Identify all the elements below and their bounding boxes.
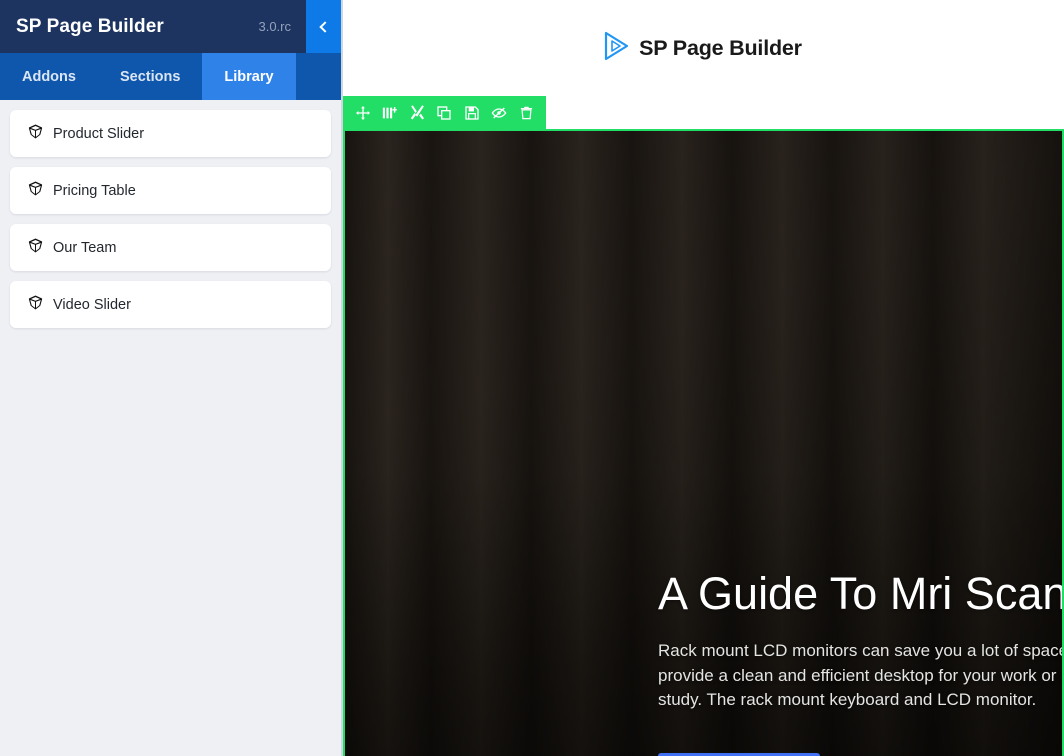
save-icon[interactable] xyxy=(458,96,485,129)
hero-subtitle: Rack mount LCD monitors can save you a l… xyxy=(658,641,1064,709)
row-controls-toolbar xyxy=(343,96,546,129)
cube-icon xyxy=(27,294,44,316)
page-builder-app: SP Page Builder 3.0.rc Addons Sections L… xyxy=(0,0,1064,756)
library-item-pricing-table[interactable]: Pricing Table xyxy=(10,167,331,214)
trash-icon[interactable] xyxy=(513,96,540,129)
cube-icon xyxy=(27,180,44,202)
library-item-product-slider[interactable]: Product Slider xyxy=(10,110,331,157)
eye-slash-icon[interactable] xyxy=(485,96,512,129)
add-column-icon[interactable] xyxy=(376,96,403,129)
tab-library[interactable]: Library xyxy=(202,53,296,100)
tab-sections[interactable]: Sections xyxy=(98,53,202,100)
tab-addons[interactable]: Addons xyxy=(0,53,98,100)
sidebar-header: SP Page Builder 3.0.rc xyxy=(0,0,341,53)
library-item-label: Product Slider xyxy=(53,125,145,142)
hero-row[interactable]: A Guide To Mri Scans Rack mount LCD moni… xyxy=(343,129,1064,756)
brand-name: SP Page Builder xyxy=(639,35,802,60)
library-item-label: Video Slider xyxy=(53,296,131,313)
hero-title: A Guide To Mri Scans xyxy=(658,568,1064,619)
sidebar-tabbar: Addons Sections Library xyxy=(0,53,341,100)
preview-site-header: SP Page Builder xyxy=(341,0,1064,96)
library-item-label: Pricing Table xyxy=(53,182,136,199)
chevron-left-icon xyxy=(319,20,331,33)
cube-icon xyxy=(27,123,44,145)
tools-icon[interactable] xyxy=(404,96,431,129)
move-icon[interactable] xyxy=(349,96,376,129)
play-triangle-icon xyxy=(603,31,630,66)
preview-canvas: SP Page Builder A Guide To Mri Scans Rac… xyxy=(341,0,1064,756)
builder-sidebar: SP Page Builder 3.0.rc Addons Sections L… xyxy=(0,0,341,756)
brand-logo[interactable]: SP Page Builder xyxy=(603,31,802,66)
collapse-sidebar-button[interactable] xyxy=(306,0,341,53)
library-item-our-team[interactable]: Our Team xyxy=(10,224,331,271)
version-label: 3.0.rc xyxy=(258,19,291,34)
duplicate-icon[interactable] xyxy=(431,96,458,129)
library-item-label: Our Team xyxy=(53,239,117,256)
cube-icon xyxy=(27,237,44,259)
hero-content: A Guide To Mri Scans Rack mount LCD moni… xyxy=(658,568,1064,712)
app-title: SP Page Builder xyxy=(16,15,164,37)
library-item-video-slider[interactable]: Video Slider xyxy=(10,281,331,328)
library-item-list: Product Slider Pricing Table Our Team Vi… xyxy=(0,100,341,328)
